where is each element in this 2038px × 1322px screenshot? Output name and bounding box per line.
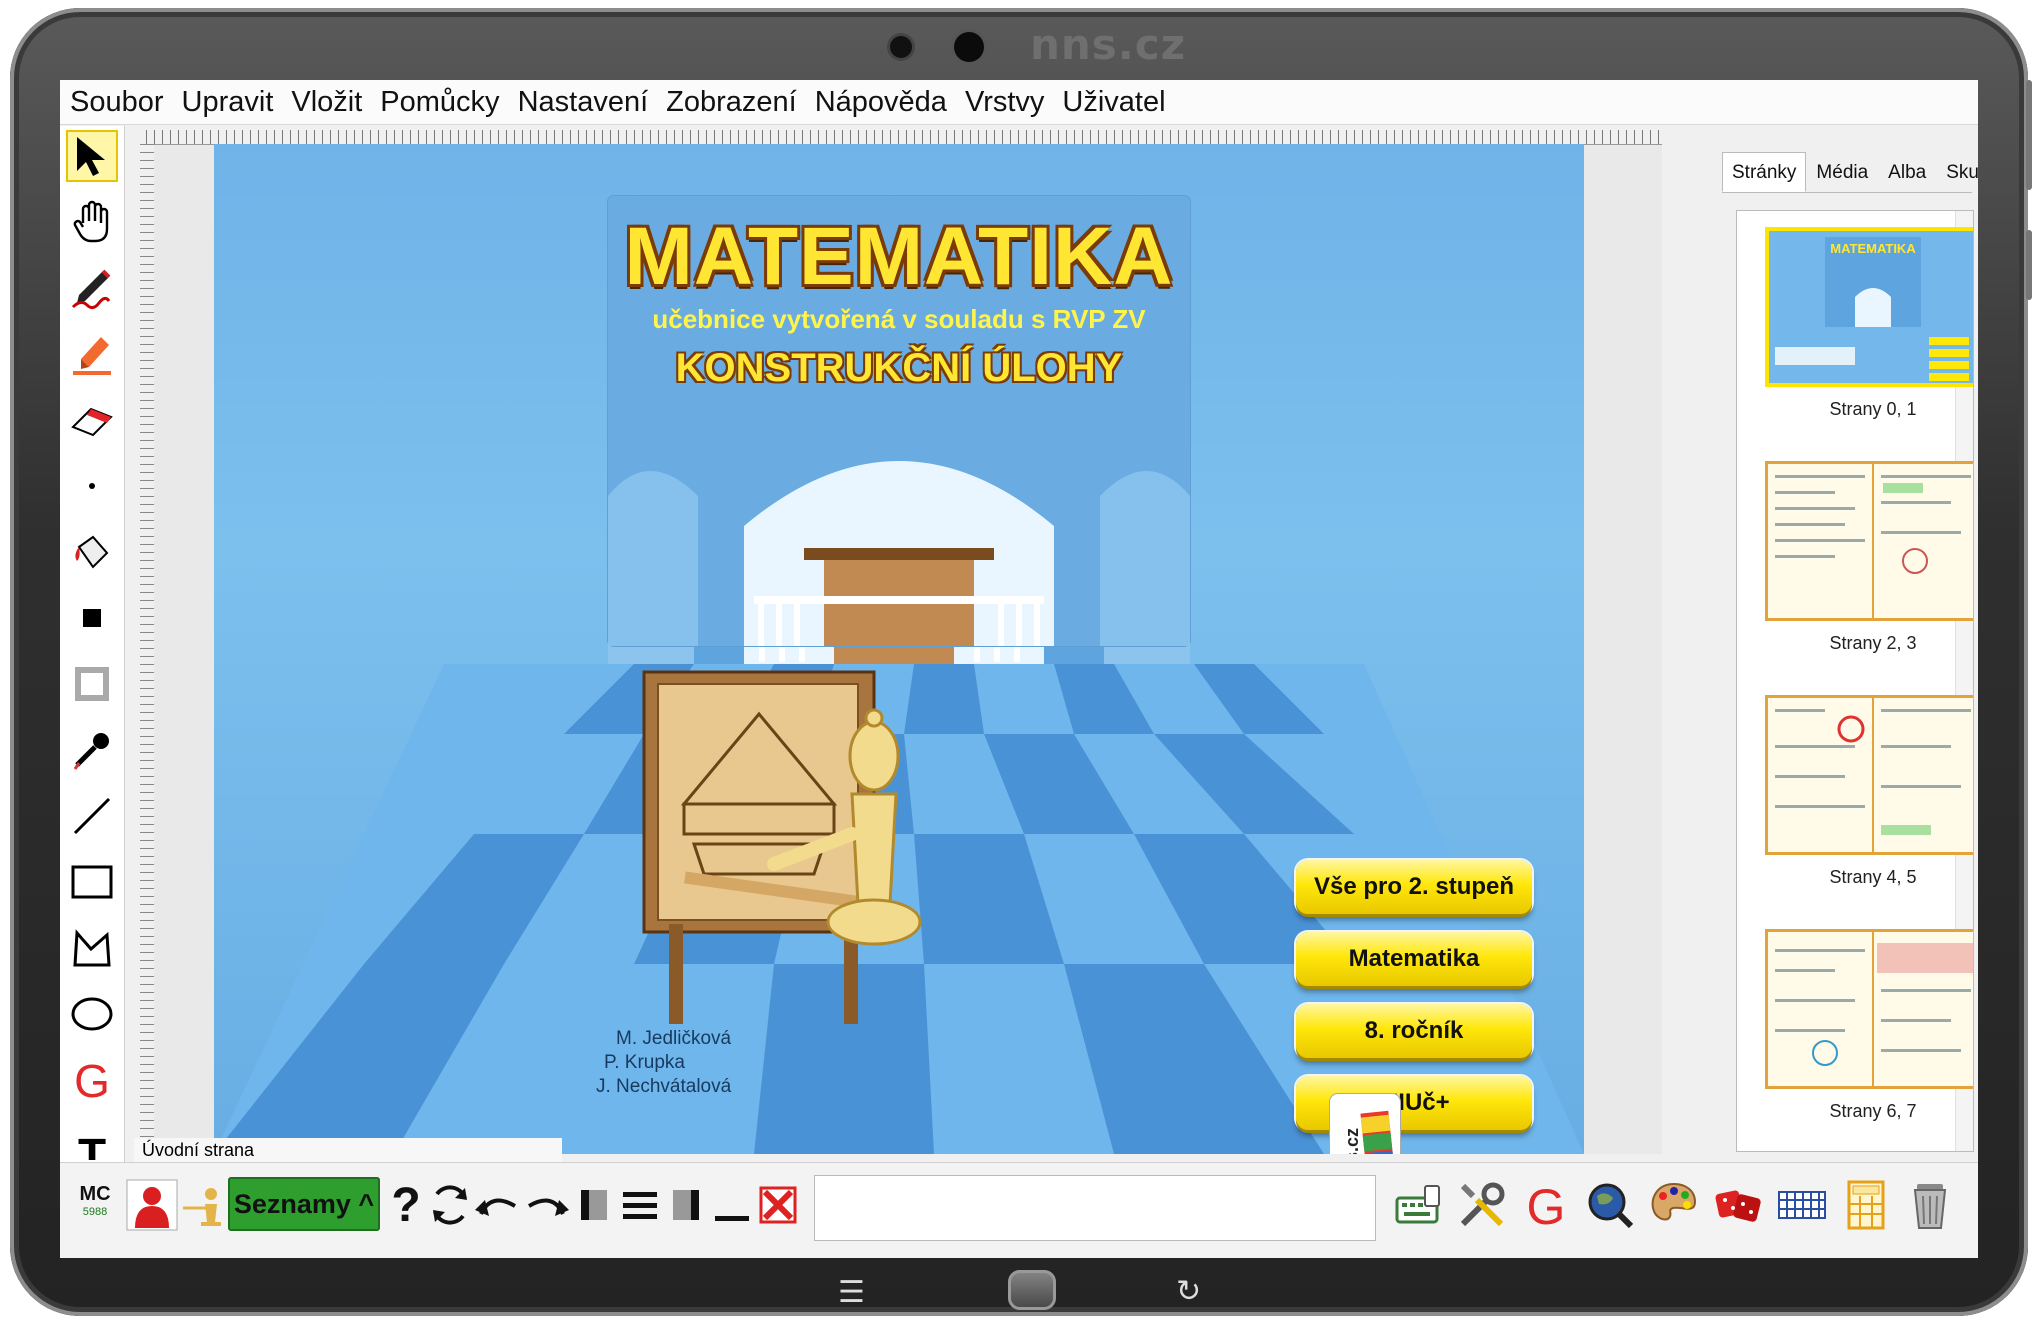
menu-soubor[interactable]: Soubor [62,86,172,119]
hardware-menu-icon[interactable]: ☰ [838,1278,865,1308]
mc-label: MC [79,1183,111,1205]
calculator-icon[interactable] [1838,1177,1894,1233]
nav-button-matematika[interactable]: Matematika [1296,932,1532,986]
menu-uzivatel[interactable]: Uživatel [1054,86,1173,119]
geogebra-icon[interactable]: G [66,1054,118,1106]
eyedropper-icon[interactable] [66,724,118,776]
nav-button-8-rocnik[interactable]: 8. ročník [1296,1004,1532,1058]
camera-lens-icon [954,32,984,62]
svg-text:G: G [74,1057,110,1103]
eraser-icon[interactable] [66,394,118,446]
publisher-logo-text: nns.cz [1342,1128,1362,1154]
thumbnail-label: Strany 4, 5 [1829,867,1917,887]
thumbnail-strany-6-7[interactable]: Strany 6, 7 [1765,929,1973,1121]
thumbnail-label: Strany 2, 3 [1829,633,1917,653]
teacher-pointer-icon[interactable] [176,1177,232,1233]
menu-bar: Soubor Upravit Vložit Pomůcky Nastavení … [60,80,1978,125]
book-page[interactable]: MATEMATIKA učebnice vytvořená v souladu … [214,144,1584,1154]
rectangle-icon[interactable] [66,856,118,908]
grid-keyboard-icon[interactable] [1774,1177,1830,1233]
menu-vrstvy[interactable]: Vrstvy [957,86,1052,119]
page-title: MATEMATIKA [624,211,1174,302]
author-1: M. Jedličková [616,1028,732,1049]
thumbnail-label: Strany 6, 7 [1829,1101,1917,1121]
mc-number: 5988 [82,1206,108,1218]
tab-alba[interactable]: Alba [1878,152,1936,192]
tools-icon[interactable] [1454,1177,1510,1233]
command-input[interactable] [814,1175,1376,1241]
lists-button[interactable]: Seznamy ^ [228,1177,380,1231]
volume-button [2026,80,2032,190]
ruler-left [140,144,154,1154]
menu-upravit[interactable]: Upravit [174,86,282,119]
power-button [2026,230,2032,300]
dice-icon[interactable] [1710,1177,1766,1233]
app-screen: Soubor Upravit Vložit Pomůcky Nastavení … [60,80,1978,1258]
keyboard-icon[interactable] [1390,1177,1446,1233]
hardware-back-icon[interactable]: ↻ [1176,1274,1201,1309]
device-brand: nns.cz [1030,20,1187,69]
author-2: P. Krupka [604,1052,685,1073]
menu-nastaveni[interactable]: Nastavení [510,86,657,119]
page-label: Úvodní strana [134,1138,562,1162]
arch-background [608,461,1190,646]
svg-text:T: T [78,1129,106,1160]
geogebra-icon[interactable]: G [1518,1177,1574,1233]
tab-media[interactable]: Média [1806,152,1878,192]
pen-icon[interactable] [66,262,118,314]
menu-pomucky[interactable]: Pomůcky [372,86,507,119]
hardware-home-button[interactable] [1008,1270,1056,1310]
camera-icon [890,36,912,58]
hollow-square-icon[interactable] [66,658,118,710]
ruler-top [146,130,1720,145]
title-panel: MATEMATIKA učebnice vytvořená v souladu … [608,196,1190,646]
close-icon[interactable] [750,1177,806,1233]
text-tool-icon[interactable]: T [66,1116,118,1160]
menu-napoveda[interactable]: Nápověda [807,86,955,119]
tab-stranky[interactable]: Stránky [1722,152,1807,192]
bottom-toolbar: MC 5988 Seznamy ^ ? G [60,1162,1978,1258]
page-subtitle-2: KONSTRUKČNÍ ÚLOHY [675,346,1123,390]
highlighter-icon[interactable] [66,328,118,380]
ellipse-icon[interactable] [66,988,118,1040]
page-thumbnail-list[interactable]: MATEMATIKA Strany 0, 1 Strany 2, 3 Stran… [1736,210,1974,1152]
polygon-icon[interactable] [66,922,118,974]
publisher-logo: nns.cz [1330,1094,1400,1154]
line-icon[interactable] [66,790,118,842]
mc-badge[interactable]: MC 5988 [74,1183,116,1231]
pan-hand-icon[interactable] [66,196,118,248]
page-subtitle: učebnice vytvořená v souladu s RVP ZV [652,304,1146,334]
thumbnail-label: Strany 0, 1 [1829,399,1917,419]
fill-bucket-icon[interactable] [66,526,118,578]
tab-skupiny[interactable]: Skupiny [1936,152,1978,192]
select-arrow-icon[interactable] [66,130,118,182]
globe-search-icon[interactable] [1582,1177,1638,1233]
palette-icon[interactable] [1646,1177,1702,1233]
trash-icon[interactable] [1902,1177,1958,1233]
dot-icon[interactable] [66,460,118,512]
svg-text:MATEMATIKA: MATEMATIKA [1830,241,1916,256]
menu-vlozit[interactable]: Vložit [283,86,370,119]
filled-square-icon[interactable] [66,592,118,644]
right-panel: Stránky Média Alba Skupiny MATEMATIKA St… [1662,126,1978,1162]
left-toolbar: G T [60,126,125,1162]
author-3: J. Nechvátalová [596,1076,732,1097]
panel-tabs: Stránky Média Alba Skupiny [1722,152,1978,193]
menu-zobrazeni[interactable]: Zobrazení [658,86,805,119]
thumbnail-strany-0-1[interactable]: MATEMATIKA Strany 0, 1 [1765,227,1973,419]
nav-button-vse-pro-2-stupen[interactable]: Vše pro 2. stupeň [1296,860,1532,914]
svg-text:G: G [1527,1179,1566,1232]
user-icon[interactable] [124,1177,180,1233]
thumbnail-strany-2-3[interactable]: Strany 2, 3 [1765,461,1973,653]
thumbnail-strany-4-5[interactable]: Strany 4, 5 [1765,695,1973,887]
